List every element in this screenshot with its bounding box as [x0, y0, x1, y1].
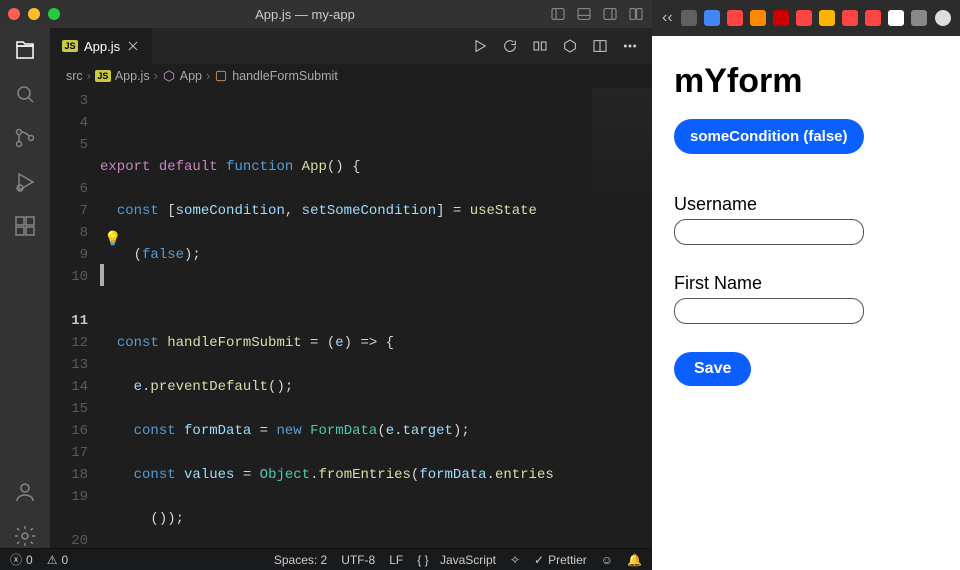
- panel-right-icon[interactable]: [602, 6, 618, 22]
- search-icon[interactable]: [13, 82, 37, 106]
- browser-window: ‹‹ ⋮ mYform someCondition (false) Userna…: [652, 0, 960, 570]
- source-control-icon[interactable]: [13, 126, 37, 150]
- breadcrumb-symbol-app[interactable]: App: [180, 69, 202, 83]
- explorer-icon[interactable]: [13, 38, 37, 62]
- feedback-icon[interactable]: ☺: [601, 553, 613, 567]
- rendered-app: mYform someCondition (false) Username Fi…: [652, 36, 960, 570]
- encoding-indicator[interactable]: UTF-8: [341, 553, 375, 567]
- code-editor[interactable]: 34567891011121314151617181920 💡 export d…: [50, 88, 652, 548]
- browser-extensions: [681, 10, 927, 26]
- accounts-icon[interactable]: [13, 480, 37, 504]
- layout-controls: [550, 6, 644, 22]
- extension-icon[interactable]: [681, 10, 697, 26]
- extension-icon[interactable]: [773, 10, 789, 26]
- username-label: Username: [674, 194, 864, 215]
- vscode-window: App.js — my-app JS App.js: [0, 0, 652, 570]
- extension-icon[interactable]: [865, 10, 881, 26]
- more-actions-icon[interactable]: [622, 38, 638, 54]
- browser-toolbar: ‹‹ ⋮: [652, 0, 960, 36]
- function-icon: [214, 69, 228, 83]
- chevron-right-icon: ›: [87, 69, 91, 83]
- extension-icon[interactable]: [911, 10, 927, 26]
- panel-left-icon[interactable]: [550, 6, 566, 22]
- compare-icon[interactable]: [532, 38, 548, 54]
- panel-bottom-icon[interactable]: [576, 6, 592, 22]
- tab-app-js[interactable]: JS App.js: [50, 28, 153, 64]
- page-heading: mYform: [674, 62, 802, 101]
- window-controls: [8, 8, 60, 20]
- extension-icon[interactable]: [750, 10, 766, 26]
- breadcrumb-symbol-fn[interactable]: handleFormSubmit: [232, 69, 338, 83]
- minimize-window-icon[interactable]: [28, 8, 40, 20]
- firstname-label: First Name: [674, 273, 864, 294]
- chevron-right-icon: ›: [154, 69, 158, 83]
- module-icon: [162, 69, 176, 83]
- indentation-indicator[interactable]: Spaces: 2: [274, 553, 327, 567]
- minimap[interactable]: [592, 88, 652, 208]
- split-editor-icon[interactable]: [592, 38, 608, 54]
- maximize-window-icon[interactable]: [48, 8, 60, 20]
- copilot-icon[interactable]: ✧: [510, 553, 520, 567]
- profile-avatar-icon[interactable]: [935, 10, 951, 26]
- extension-icon[interactable]: [888, 10, 904, 26]
- extension-icon[interactable]: [842, 10, 858, 26]
- username-input[interactable]: [674, 219, 864, 245]
- run-debug-icon[interactable]: [13, 170, 37, 194]
- activity-bar: [0, 28, 50, 548]
- errors-indicator[interactable]: ⓧ 0: [10, 551, 33, 568]
- code-content[interactable]: export default function App() { const [s…: [100, 88, 652, 548]
- extensions-icon[interactable]: [13, 214, 37, 238]
- breadcrumb-file[interactable]: App.js: [115, 69, 150, 83]
- editor-area: JS App.js src › JS App.js: [50, 28, 652, 548]
- prettier-indicator[interactable]: ✓ Prettier: [534, 553, 587, 567]
- breadcrumb-root[interactable]: src: [66, 69, 83, 83]
- text-cursor: [100, 264, 104, 286]
- debug-rerun-icon[interactable]: [502, 38, 518, 54]
- breadcrumbs[interactable]: src › JS App.js › App › handleFormSubmit: [50, 64, 652, 88]
- window-title: App.js — my-app: [60, 7, 550, 22]
- run-icon[interactable]: [472, 38, 488, 54]
- firstname-input[interactable]: [674, 298, 864, 324]
- titlebar: App.js — my-app: [0, 0, 652, 28]
- extension-icon[interactable]: [727, 10, 743, 26]
- language-mode[interactable]: { } JavaScript: [417, 553, 496, 567]
- tab-bar: JS App.js: [50, 28, 652, 64]
- layout-grid-icon[interactable]: [628, 6, 644, 22]
- extension-icon[interactable]: [819, 10, 835, 26]
- status-bar: ⓧ 0 ⚠ 0 Spaces: 2 UTF-8 LF { } JavaScrip…: [0, 548, 652, 570]
- line-number-gutter: 34567891011121314151617181920: [50, 88, 100, 548]
- extension-icon[interactable]: [704, 10, 720, 26]
- chevron-left-icon[interactable]: ‹‹: [662, 9, 673, 27]
- hex-icon[interactable]: [562, 38, 578, 54]
- notifications-icon[interactable]: 🔔: [627, 553, 642, 567]
- editor-actions: [458, 28, 652, 64]
- close-tab-icon[interactable]: [126, 39, 140, 53]
- extension-icon[interactable]: [796, 10, 812, 26]
- settings-gear-icon[interactable]: [13, 524, 37, 548]
- js-file-icon: JS: [62, 40, 78, 52]
- chevron-right-icon: ›: [206, 69, 210, 83]
- warnings-indicator[interactable]: ⚠ 0: [47, 553, 68, 567]
- eol-indicator[interactable]: LF: [389, 553, 403, 567]
- tab-filename: App.js: [84, 39, 120, 54]
- save-button[interactable]: Save: [674, 352, 751, 386]
- close-window-icon[interactable]: [8, 8, 20, 20]
- toggle-condition-button[interactable]: someCondition (false): [674, 119, 864, 154]
- js-file-icon: JS: [95, 70, 111, 82]
